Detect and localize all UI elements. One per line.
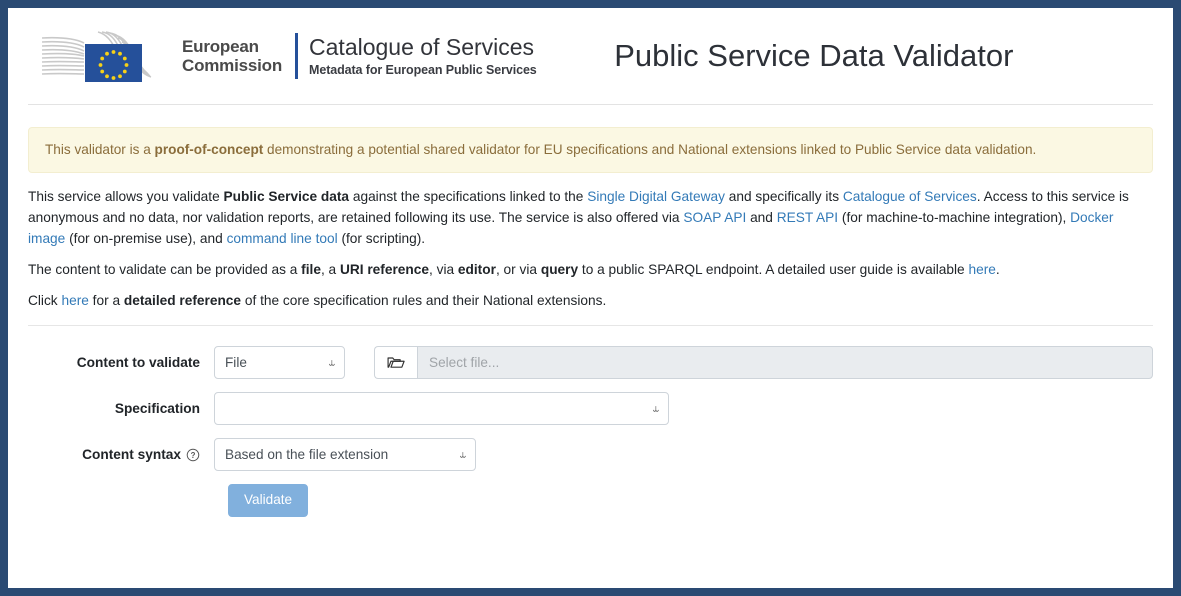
notice-text-2: demonstrating a potential shared validat… bbox=[263, 142, 1037, 157]
ec-wordmark-line1: European bbox=[182, 36, 259, 56]
intro-p2-e: to a public SPARQL endpoint. A detailed … bbox=[578, 261, 969, 277]
page-card: European Commission Catalogue of Service… bbox=[8, 8, 1173, 588]
svg-text:?: ? bbox=[191, 451, 196, 460]
intro-paragraph-2: The content to validate can be provided … bbox=[28, 260, 1153, 281]
intro-p3-c: of the core specification rules and thei… bbox=[241, 292, 607, 308]
intro-p1-bold: Public Service data bbox=[223, 189, 350, 205]
link-catalogue-of-services[interactable]: Catalogue of Services bbox=[843, 189, 977, 204]
link-command-line-tool[interactable]: command line tool bbox=[227, 231, 338, 246]
file-path-input[interactable] bbox=[417, 346, 1153, 380]
validate-button[interactable]: Validate bbox=[228, 484, 309, 518]
intro-p3-a: Click bbox=[28, 292, 62, 308]
branding: European Commission Catalogue of Service… bbox=[30, 30, 537, 82]
intro-paragraph-3: Click here for a detailed reference of t… bbox=[28, 291, 1153, 312]
intro-p2-a: The content to validate can be provided … bbox=[28, 261, 302, 277]
notice-bold-1: proof-of-concept bbox=[154, 142, 264, 157]
row-content-syntax: Content syntax ? Based on the file exten… bbox=[28, 438, 1153, 472]
intro-p3-bold: detailed reference bbox=[123, 292, 242, 308]
intro-p1-f: and bbox=[746, 210, 777, 226]
intro-p3-b: for a bbox=[88, 292, 124, 308]
link-user-guide-here[interactable]: here bbox=[968, 262, 995, 277]
header-divider bbox=[295, 33, 299, 79]
site-subtitle: Metadata for European Public Services bbox=[309, 62, 537, 77]
ec-wordmark: European Commission bbox=[182, 37, 282, 75]
content-syntax-select[interactable]: Based on the file extension bbox=[214, 438, 476, 472]
link-single-digital-gateway[interactable]: Single Digital Gateway bbox=[587, 189, 725, 204]
link-reference-here[interactable]: here bbox=[61, 293, 88, 308]
link-soap-api[interactable]: SOAP API bbox=[683, 210, 746, 225]
content-type-select-wrapper: File ⥿ bbox=[214, 346, 345, 380]
intro-p2-bold-uri: URI reference bbox=[339, 261, 429, 277]
site-title: Catalogue of Services bbox=[309, 34, 535, 61]
page-inner: European Commission Catalogue of Service… bbox=[8, 8, 1173, 518]
notice-text-1: This validator is a bbox=[45, 142, 155, 157]
intro-paragraph-1: This service allows you validate Public … bbox=[28, 187, 1153, 249]
link-rest-api[interactable]: REST API bbox=[777, 210, 838, 225]
intro-p1-i: (for scripting). bbox=[337, 230, 426, 246]
ec-wordmark-line2: Commission bbox=[182, 56, 283, 75]
folder-open-icon bbox=[387, 357, 405, 369]
validation-form: Content to validate File ⥿ Select file..… bbox=[28, 326, 1153, 518]
specification-select-wrapper: ⥿ bbox=[214, 392, 669, 426]
intro-p2-bold-file: file bbox=[301, 261, 321, 277]
site-header: European Commission Catalogue of Service… bbox=[28, 8, 1153, 105]
intro-p2-d: , or via bbox=[495, 261, 541, 277]
row-content-to-validate: Content to validate File ⥿ bbox=[28, 346, 1153, 380]
row-specification: Specification ⥿ bbox=[28, 392, 1153, 426]
label-content-syntax-text: Content syntax bbox=[82, 447, 181, 463]
intro-p1-h: (for on-premise use), and bbox=[65, 230, 227, 246]
intro-p1-g: (for machine-to-machine integration), bbox=[838, 210, 1071, 226]
content-type-select[interactable]: File bbox=[214, 346, 345, 380]
intro-p2-c: , via bbox=[429, 261, 458, 277]
intro-p1-a: This service allows you validate bbox=[28, 189, 224, 205]
proof-of-concept-banner: This validator is a proof-of-concept dem… bbox=[28, 127, 1153, 174]
intro-p1-c: against the specifications linked to the bbox=[349, 189, 588, 205]
intro-p2-b: , a bbox=[320, 261, 340, 277]
specification-select[interactable] bbox=[214, 392, 669, 426]
file-picker-group bbox=[374, 346, 1153, 380]
content-syntax-select-wrapper: Based on the file extension ⥿ bbox=[214, 438, 476, 472]
row-submit: Validate bbox=[28, 484, 1153, 518]
browse-file-button[interactable] bbox=[374, 346, 417, 380]
intro-p2-bold-query: query bbox=[540, 261, 579, 277]
intro-text: This service allows you validate Public … bbox=[28, 187, 1153, 311]
site-identity: Catalogue of Services Metadata for Europ… bbox=[309, 34, 537, 77]
help-circle-icon[interactable]: ? bbox=[186, 448, 200, 462]
european-commission-logo-icon bbox=[40, 30, 174, 82]
label-content-to-validate: Content to validate bbox=[76, 355, 200, 371]
label-content-syntax: Content syntax ? bbox=[28, 447, 214, 462]
intro-p2-bold-editor: editor bbox=[457, 261, 496, 277]
page-title: Public Service Data Validator bbox=[614, 38, 1014, 73]
intro-p2-f: . bbox=[995, 261, 1000, 277]
intro-p1-d: and specifically its bbox=[724, 189, 843, 205]
label-specification: Specification bbox=[114, 401, 200, 417]
